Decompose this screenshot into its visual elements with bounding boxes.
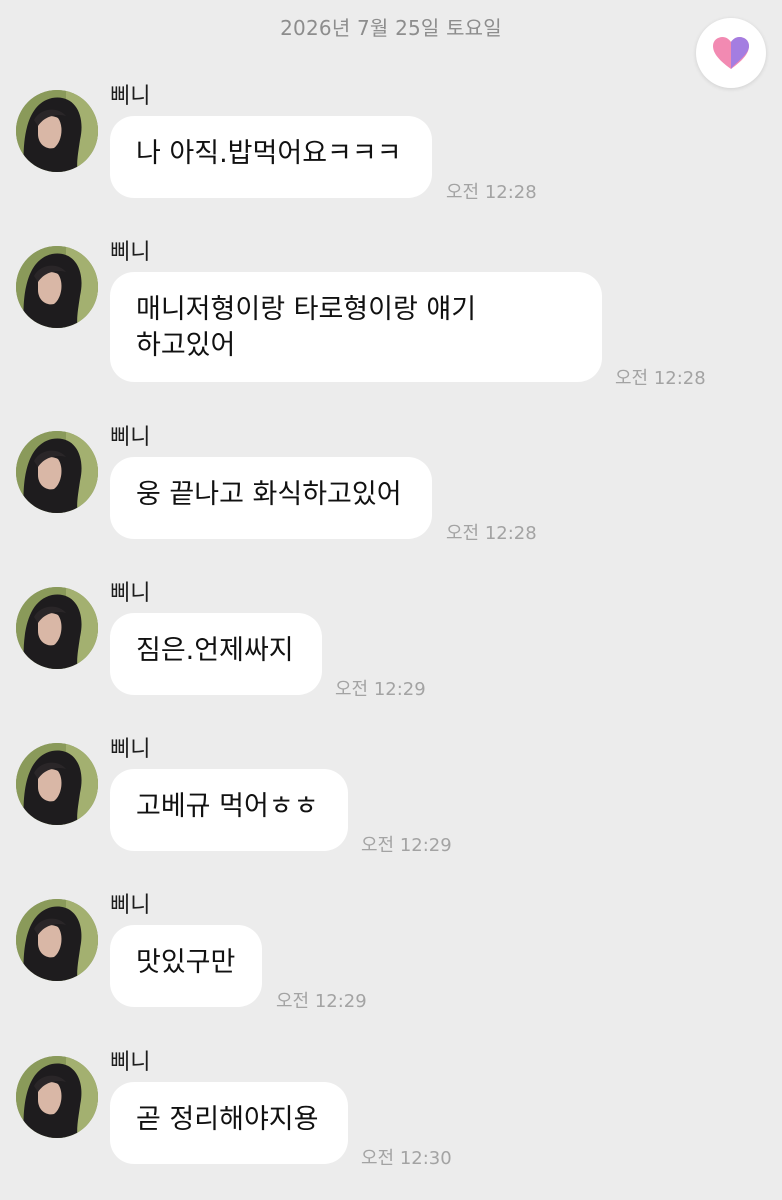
message-time: 오전 12:29 — [335, 679, 426, 700]
sender-name: 삐니 — [110, 84, 151, 109]
message-row: 삐니 맛있구만 오전 12:29 — [0, 891, 782, 1031]
message-time: 오전 12:29 — [361, 835, 452, 856]
message-row: 삐니 고베규 먹어ㅎㅎ 오전 12:29 — [0, 735, 782, 875]
message-row: 삐니 곧 정리해야지용 오전 12:30 — [0, 1048, 782, 1188]
message-bubble[interactable]: 웅 끝나고 화식하고있어 — [110, 457, 432, 539]
profile-photo — [16, 90, 98, 172]
message-bubble[interactable]: 곧 정리해야지용 — [110, 1082, 348, 1164]
message-row: 삐니 매니저형이랑 타로형이랑 얘기 하고있어 오전 12:28 — [0, 238, 782, 398]
message-bubble[interactable]: 짐은.언제싸지 — [110, 613, 322, 695]
message-bubble[interactable]: 나 아직.밥먹어요ㅋㅋㅋ — [110, 116, 432, 198]
date-divider: 2026년 7월 25일 토요일 — [280, 16, 502, 40]
avatar[interactable] — [16, 743, 98, 825]
sender-name: 삐니 — [110, 893, 151, 918]
heart-icon — [713, 37, 749, 69]
profile-photo — [16, 431, 98, 513]
avatar[interactable] — [16, 90, 98, 172]
sender-name: 삐니 — [110, 425, 151, 450]
sender-name: 삐니 — [110, 737, 151, 762]
message-time: 오전 12:28 — [615, 368, 706, 389]
message-time: 오전 12:28 — [446, 523, 537, 544]
message-row: 삐니 웅 끝나고 화식하고있어 오전 12:28 — [0, 423, 782, 563]
message-time: 오전 12:28 — [446, 182, 537, 203]
message-bubble[interactable]: 매니저형이랑 타로형이랑 얘기 하고있어 — [110, 272, 602, 382]
sender-name: 삐니 — [110, 581, 151, 606]
avatar[interactable] — [16, 431, 98, 513]
avatar[interactable] — [16, 1056, 98, 1138]
profile-photo — [16, 743, 98, 825]
message-row: 삐니 나 아직.밥먹어요ㅋㅋㅋ 오전 12:28 — [0, 82, 782, 222]
profile-photo — [16, 246, 98, 328]
profile-photo — [16, 1056, 98, 1138]
avatar[interactable] — [16, 587, 98, 669]
sender-name: 삐니 — [110, 240, 151, 265]
sender-name: 삐니 — [110, 1050, 151, 1075]
avatar[interactable] — [16, 899, 98, 981]
profile-photo — [16, 899, 98, 981]
message-bubble[interactable]: 맛있구만 — [110, 925, 262, 1007]
favorite-button[interactable] — [696, 18, 766, 88]
avatar[interactable] — [16, 246, 98, 328]
profile-photo — [16, 587, 98, 669]
message-time: 오전 12:30 — [361, 1148, 452, 1169]
message-time: 오전 12:29 — [276, 991, 367, 1012]
message-row: 삐니 짐은.언제싸지 오전 12:29 — [0, 579, 782, 719]
message-bubble[interactable]: 고베규 먹어ㅎㅎ — [110, 769, 348, 851]
